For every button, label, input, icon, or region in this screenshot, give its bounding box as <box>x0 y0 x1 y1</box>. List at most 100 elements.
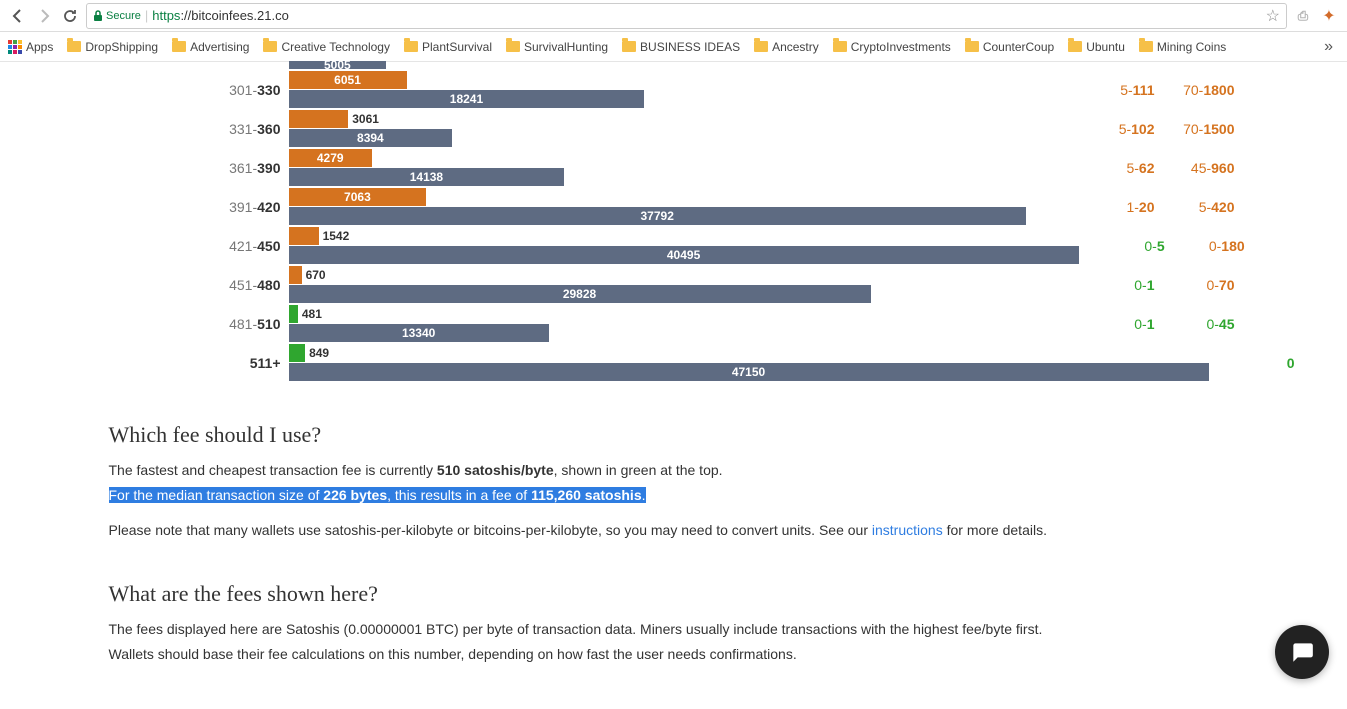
bookmarks-bar: Apps DropShipping Advertising Creative Tec… <box>0 32 1347 62</box>
bookmark-item[interactable]: CryptoInvestments <box>833 40 951 54</box>
bar-24h: 47150 <box>289 363 1209 381</box>
bar-24h: 40495 <box>289 246 1079 264</box>
fee-bars: 30618394 <box>289 109 1079 148</box>
blocks-estimate: 0-1 <box>1079 316 1159 332</box>
fee-row: 481-510481133400-10-45 <box>109 304 1239 343</box>
reload-button[interactable] <box>60 6 80 26</box>
folder-icon <box>263 41 277 52</box>
paragraph-convert-note: Please note that many wallets use satosh… <box>109 520 1239 541</box>
fee-range-label: 361-390 <box>109 160 289 176</box>
fee-row: 331-360306183945-10270-1500 <box>109 109 1239 148</box>
bookmark-star-icon[interactable]: ☆ <box>1266 6 1280 26</box>
fee-bars: 5005 <box>289 62 1079 70</box>
fee-bars: 154240495 <box>289 226 1089 265</box>
fee-range-label: 421-450 <box>109 238 289 254</box>
bookmark-item[interactable]: Ancestry <box>754 40 819 54</box>
minutes-estimate: 0-45 <box>1159 316 1239 332</box>
bookmark-item[interactable]: Creative Technology <box>263 40 390 54</box>
fee-bars: 605118241 <box>289 70 1079 109</box>
blocks-estimate: 5-62 <box>1079 160 1159 176</box>
bar-unconfirmed: 4279 <box>289 149 372 167</box>
apps-button[interactable]: Apps <box>8 40 53 54</box>
folder-icon <box>1068 41 1082 52</box>
fee-chart: 5005301-3306051182415-11170-1800331-3603… <box>109 62 1239 382</box>
minutes-estimate: 70-1500 <box>1159 121 1239 137</box>
extension-icon[interactable]: ✦ <box>1319 6 1339 26</box>
bar-24h: 29828 <box>289 285 871 303</box>
fee-row: 511+8494715000-45 <box>109 343 1239 382</box>
fee-row: 5005 <box>109 62 1239 70</box>
apps-grid-icon <box>8 40 22 54</box>
chat-icon <box>1289 639 1315 665</box>
chat-button[interactable] <box>1275 625 1329 679</box>
pdf-extension-icon[interactable]: ⎙ <box>1293 6 1313 26</box>
forward-button[interactable] <box>34 6 54 26</box>
fee-row: 301-3306051182415-11170-1800 <box>109 70 1239 109</box>
bookmarks-overflow[interactable]: » <box>1318 38 1339 56</box>
paragraph-median-size: For the median transaction size of 226 b… <box>109 485 1239 506</box>
folder-icon <box>1139 41 1153 52</box>
instructions-link[interactable]: instructions <box>872 522 943 538</box>
folder-icon <box>754 41 768 52</box>
folder-icon <box>67 41 81 52</box>
bar-unconfirmed: 670 <box>289 266 302 284</box>
heading-which-fee: Which fee should I use? <box>109 422 1239 448</box>
fee-row: 421-4501542404950-50-180 <box>109 226 1239 265</box>
lock-icon: Secure <box>93 10 141 22</box>
url-text: https://bitcoinfees.21.co <box>152 8 289 23</box>
bookmark-item[interactable]: CounterCoup <box>965 40 1054 54</box>
fee-range-label: 511+ <box>109 355 289 371</box>
bar-unconfirmed: 1542 <box>289 227 319 245</box>
folder-icon <box>506 41 520 52</box>
bar-unconfirmed: 3061 <box>289 110 349 128</box>
fee-row: 451-480670298280-10-70 <box>109 265 1239 304</box>
minutes-estimate: 45-960 <box>1159 160 1239 176</box>
fee-row: 361-3904279141385-6245-960 <box>109 148 1239 187</box>
fee-row: 391-4207063377921-205-420 <box>109 187 1239 226</box>
back-button[interactable] <box>8 6 28 26</box>
browser-toolbar: Secure | https://bitcoinfees.21.co ☆ ⎙ ✦ <box>0 0 1347 32</box>
minutes-estimate: 0-180 <box>1169 238 1249 254</box>
folder-icon <box>965 41 979 52</box>
fee-range-label: 331-360 <box>109 121 289 137</box>
bookmark-item[interactable]: PlantSurvival <box>404 40 492 54</box>
fee-bars: 427914138 <box>289 148 1079 187</box>
bar-24h: 8394 <box>289 129 453 147</box>
folder-icon <box>172 41 186 52</box>
folder-icon <box>622 41 636 52</box>
fee-range-label: 451-480 <box>109 277 289 293</box>
fee-bars: 84947150 <box>289 343 1219 382</box>
bar-24h: 18241 <box>289 90 645 108</box>
bar-unconfirmed: 7063 <box>289 188 427 206</box>
bar-unconfirmed: 5005 <box>289 61 387 69</box>
blocks-estimate: 0-5 <box>1089 238 1169 254</box>
fee-bars: 48113340 <box>289 304 1079 343</box>
fee-bars: 67029828 <box>289 265 1079 304</box>
heading-what-fees: What are the fees shown here? <box>109 581 1239 607</box>
bookmark-item[interactable]: DropShipping <box>67 40 158 54</box>
bar-24h: 37792 <box>289 207 1026 225</box>
bar-unconfirmed: 481 <box>289 305 298 323</box>
folder-icon <box>404 41 418 52</box>
bookmark-item[interactable]: Ubuntu <box>1068 40 1125 54</box>
bar-unconfirmed: 6051 <box>289 71 407 89</box>
fee-range-label: 301-330 <box>109 82 289 98</box>
bar-unconfirmed: 849 <box>289 344 306 362</box>
minutes-estimate: 70-1800 <box>1159 82 1239 98</box>
folder-icon <box>833 41 847 52</box>
bookmark-item[interactable]: Advertising <box>172 40 249 54</box>
address-bar[interactable]: Secure | https://bitcoinfees.21.co ☆ <box>86 3 1287 29</box>
minutes-estimate: 0-45 <box>1299 355 1347 371</box>
bookmark-item[interactable]: BUSINESS IDEAS <box>622 40 740 54</box>
bookmark-item[interactable]: Mining Coins <box>1139 40 1226 54</box>
minutes-estimate: 5-420 <box>1159 199 1239 215</box>
bar-24h: 14138 <box>289 168 565 186</box>
secure-label: Secure <box>106 10 141 22</box>
paragraph-fees-explain-1: The fees displayed here are Satoshis (0.… <box>109 619 1239 640</box>
blocks-estimate: 5-102 <box>1079 121 1159 137</box>
blocks-estimate: 5-111 <box>1079 82 1159 98</box>
bookmark-item[interactable]: SurvivalHunting <box>506 40 608 54</box>
bar-24h: 13340 <box>289 324 549 342</box>
blocks-estimate: 1-20 <box>1079 199 1159 215</box>
paragraph-fees-explain-2: Wallets should base their fee calculatio… <box>109 644 1239 665</box>
